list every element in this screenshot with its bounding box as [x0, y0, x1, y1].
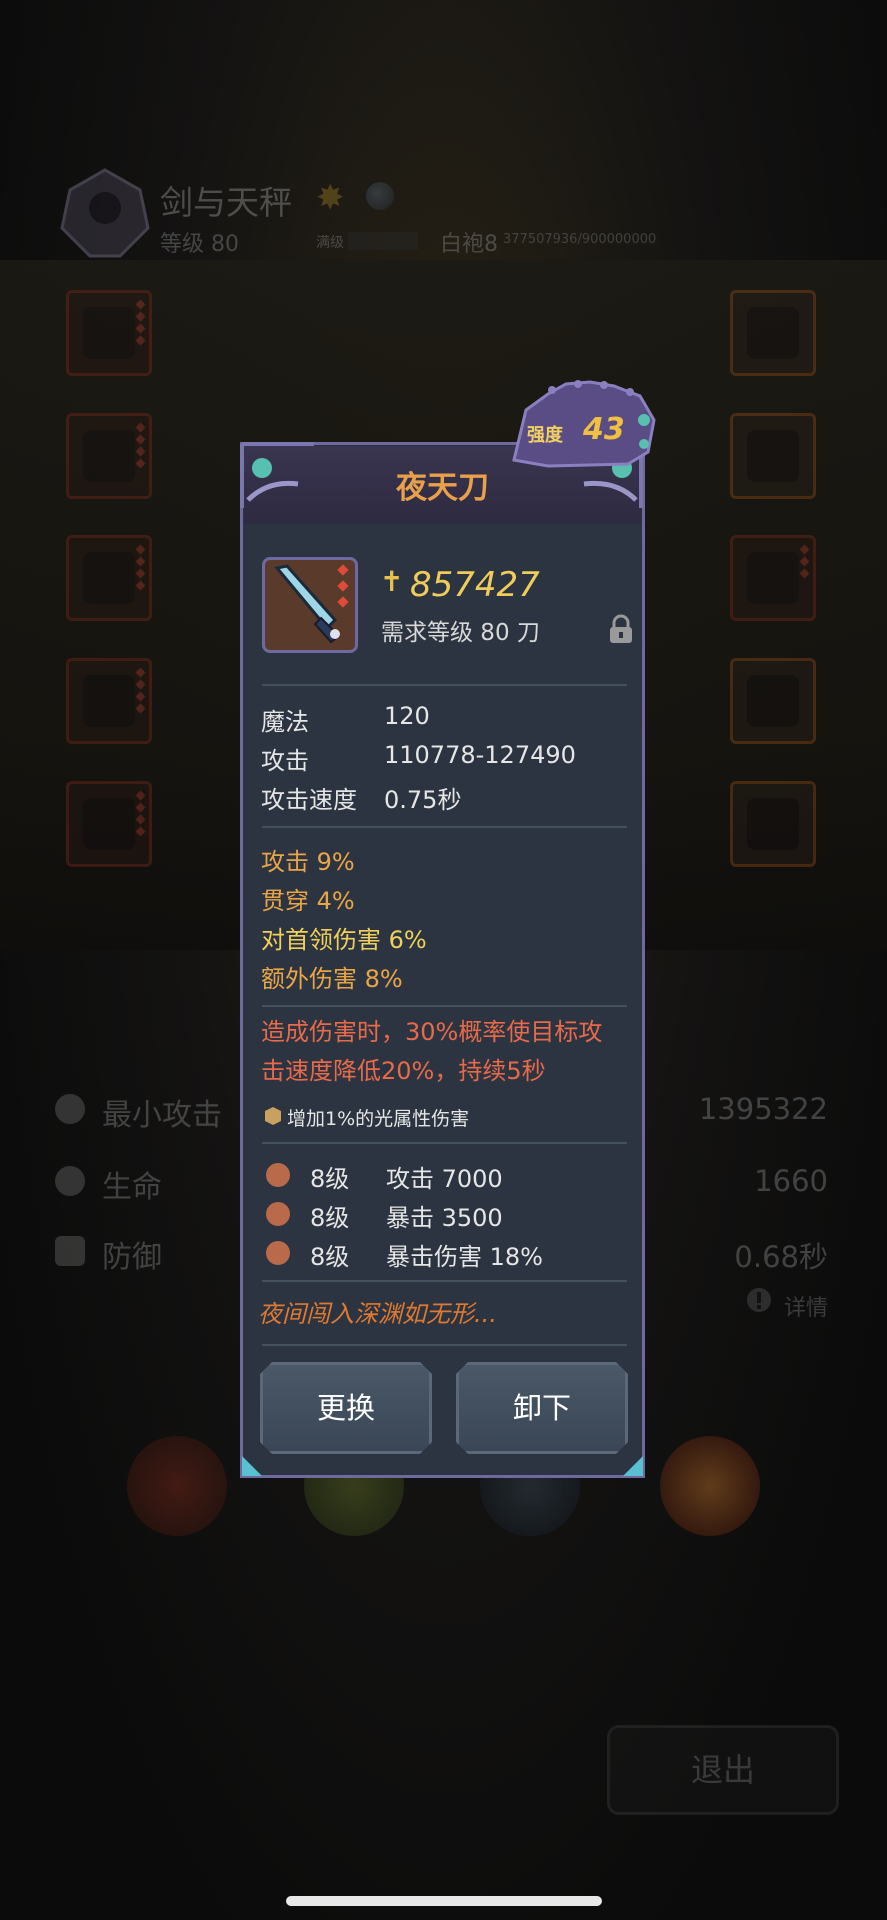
enchant-hexagon-icon	[265, 1107, 281, 1125]
exit-button[interactable]: 退出	[607, 1725, 839, 1815]
lock-icon[interactable]	[608, 614, 634, 644]
heart-icon	[55, 1166, 85, 1196]
item-socket-gems	[337, 564, 349, 614]
divider	[262, 1142, 627, 1144]
stat-value-life: 1660	[754, 1164, 828, 1198]
item-power: 857427	[410, 565, 540, 605]
equip-slot-charm[interactable]	[730, 781, 816, 867]
corner-gem-icon	[242, 1456, 262, 1476]
strength-value: 43	[583, 412, 625, 447]
bonus-extra-damage: 额外伤害 8%	[261, 965, 403, 993]
gem-crit-icon	[266, 1202, 290, 1226]
shield-icon	[55, 1236, 85, 1266]
special-effect-line-2: 击速度降低20%，持续5秒	[261, 1057, 546, 1085]
stat-label-defense: 防御	[102, 1240, 162, 1275]
bonus-attack: 攻击 9%	[261, 848, 355, 876]
stat-label-life: 生命	[102, 1170, 162, 1205]
gem-stat: 暴击 3500	[386, 1204, 503, 1232]
max-level-tag: 满级	[316, 235, 344, 251]
gem-stat: 暴击伤害 18%	[386, 1243, 543, 1271]
detail-link[interactable]: 详情	[784, 1290, 828, 1322]
attr-value-magic: 120	[384, 702, 430, 730]
equip-slot-boots[interactable]	[66, 658, 152, 744]
divider	[262, 1005, 627, 1007]
gem-stat: 攻击 7000	[386, 1165, 503, 1193]
info-icon[interactable]	[745, 1286, 773, 1314]
item-name: 夜天刀	[396, 470, 489, 506]
strength-label: 强度	[527, 425, 563, 446]
gem-crit-damage-icon	[266, 1241, 290, 1265]
character-name: 剑与天秤	[160, 183, 292, 222]
attr-value-speed: 0.75秒	[384, 786, 462, 814]
flavor-text: 夜间闯入深渊如无形...	[258, 1300, 497, 1328]
attr-key-speed: 攻击速度	[261, 786, 357, 814]
orb-icon	[366, 182, 394, 210]
skill-crossed-axes-icon[interactable]	[127, 1436, 227, 1536]
attr-key-magic: 魔法	[261, 708, 309, 736]
divider	[262, 1344, 627, 1346]
sword-icon	[55, 1094, 85, 1124]
unequip-button[interactable]: 卸下	[456, 1362, 628, 1454]
divider	[262, 1280, 627, 1282]
equip-slot-cloak[interactable]	[66, 781, 152, 867]
skill-fire-icon[interactable]	[660, 1436, 760, 1536]
equip-slot-ring[interactable]	[730, 658, 816, 744]
equip-slot-weapon[interactable]	[730, 290, 816, 376]
power-icon: ✝	[380, 565, 404, 598]
character-level: 等级 80	[160, 232, 239, 257]
home-indicator[interactable]	[286, 1896, 602, 1906]
level-bar	[348, 232, 418, 250]
equip-slot-armor[interactable]	[66, 413, 152, 499]
divider	[262, 684, 627, 686]
special-effect-line-1: 造成伤害时，30%概率使目标攻	[261, 1018, 603, 1046]
stat-value-defense: 0.68秒	[734, 1240, 828, 1274]
attr-value-attack: 110778-127490	[384, 741, 576, 769]
divider	[262, 826, 627, 828]
enchant-text: 增加1%的光属性伤害	[287, 1108, 470, 1130]
equip-slot-helmet[interactable]	[66, 290, 152, 376]
gem-level: 8级	[310, 1243, 350, 1271]
equip-slot-necklace[interactable]	[730, 535, 816, 621]
character-avatar-icon	[60, 168, 150, 258]
item-requirement: 需求等级 80 刀	[381, 620, 540, 646]
attr-key-attack: 攻击	[261, 747, 309, 775]
bonus-boss-damage: 对首领伤害 6%	[261, 926, 427, 954]
gem-attack-icon	[266, 1163, 290, 1187]
star-icon: ✸	[316, 178, 345, 218]
stat-label-attack: 最小攻击	[102, 1098, 222, 1133]
gem-level: 8级	[310, 1165, 350, 1193]
bonus-penetration: 贯穿 4%	[261, 887, 355, 915]
rank-label: 白袍8	[440, 232, 498, 257]
gem-level: 8级	[310, 1204, 350, 1232]
replace-button[interactable]: 更换	[260, 1362, 432, 1454]
equip-slot-guard[interactable]	[730, 413, 816, 499]
stat-value-attack: 1395322	[698, 1092, 828, 1126]
exp-text: 377507936/900000000	[503, 232, 657, 247]
corner-gem-icon	[623, 1456, 643, 1476]
equip-slot-gloves[interactable]	[66, 535, 152, 621]
